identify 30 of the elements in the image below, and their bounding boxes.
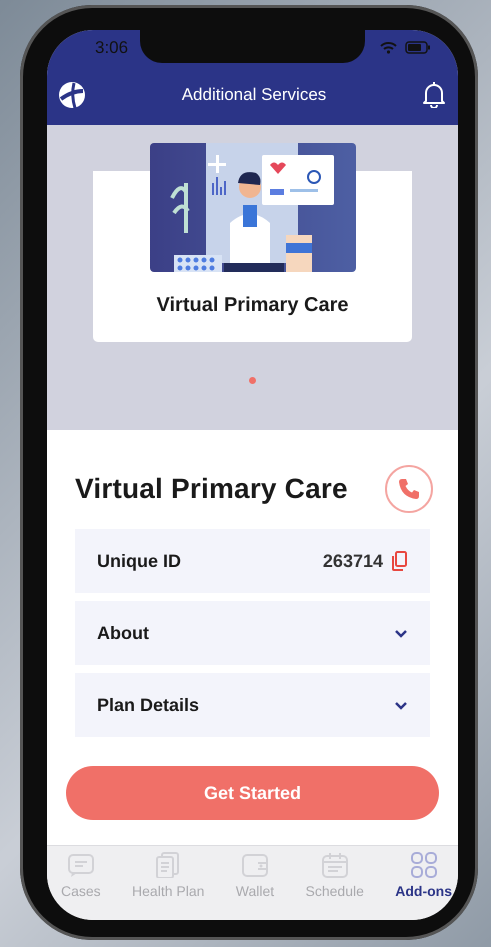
status-time: 3:06 xyxy=(95,38,128,58)
copy-icon xyxy=(391,551,408,571)
notifications-button[interactable] xyxy=(422,82,446,108)
logo-icon xyxy=(58,81,86,109)
carousel-dot[interactable] xyxy=(249,377,256,384)
logo-button[interactable] xyxy=(58,81,86,109)
wallet-icon xyxy=(240,852,269,878)
grid-icon xyxy=(410,852,438,878)
bell-icon xyxy=(422,82,446,108)
battery-icon xyxy=(405,41,430,54)
accordion-row[interactable]: Plan Details xyxy=(75,673,430,737)
tab-item[interactable]: Add-ons xyxy=(395,850,452,900)
phone-icon xyxy=(397,477,421,501)
id-value: 263714 xyxy=(322,550,383,572)
wifi-icon xyxy=(380,41,397,54)
accordion-row[interactable]: About xyxy=(75,601,430,665)
row-label: Unique ID xyxy=(97,550,181,572)
card-caption: Virtual Primary Care xyxy=(156,294,348,317)
service-card[interactable]: Virtual Primary Care xyxy=(93,143,412,342)
get-started-button[interactable]: Get Started xyxy=(66,766,439,820)
service-title: Virtual Primary Care xyxy=(75,473,348,505)
tab-item[interactable]: Cases xyxy=(61,850,101,900)
tab-item[interactable]: Health Plan xyxy=(132,850,204,900)
call-button[interactable] xyxy=(385,465,433,513)
tab-item[interactable]: Wallet xyxy=(236,850,274,900)
chat-icon xyxy=(66,852,95,878)
tab-item[interactable]: Schedule xyxy=(306,850,364,900)
calendar-icon xyxy=(320,852,349,878)
copy-button[interactable] xyxy=(391,551,408,571)
header-title: Additional Services xyxy=(182,85,326,105)
